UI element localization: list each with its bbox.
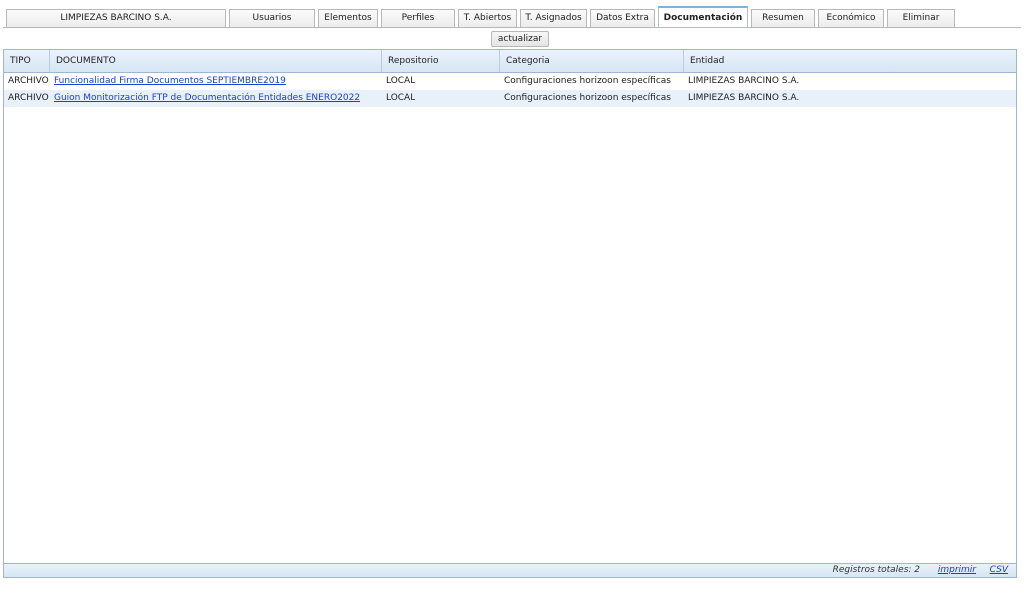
tab-eliminar[interactable]: Eliminar bbox=[887, 9, 955, 27]
cell-categoria: Configuraciones horizoon específicas bbox=[504, 76, 672, 86]
table-footer: Registros totales: 2 imprimir CSV bbox=[4, 563, 1016, 577]
tab-perfiles[interactable]: Perfiles bbox=[381, 9, 455, 27]
column-header-repositorio[interactable]: Repositorio bbox=[382, 50, 500, 72]
documents-table: TIPO DOCUMENTO Repositorio Categoria Ent… bbox=[3, 49, 1017, 578]
cell-repositorio: LOCAL bbox=[386, 76, 416, 86]
csv-link[interactable]: CSV bbox=[990, 564, 1008, 577]
tab-usuarios[interactable]: Usuarios bbox=[229, 9, 315, 27]
cell-entidad: LIMPIEZAS BARCINO S.A. bbox=[688, 76, 800, 86]
tab-resumen[interactable]: Resumen bbox=[751, 9, 815, 27]
refresh-button[interactable]: actualizar bbox=[491, 31, 549, 47]
cell-categoria: Configuraciones horizoon específicas bbox=[504, 93, 672, 103]
tab-t-asignados[interactable]: T. Asignados bbox=[520, 9, 587, 27]
cell-repositorio: LOCAL bbox=[386, 93, 416, 103]
tab-documentacion[interactable]: Documentación bbox=[658, 6, 748, 27]
total-records-label: Registros totales: 2 bbox=[832, 565, 920, 575]
table-header: TIPO DOCUMENTO Repositorio Categoria Ent… bbox=[4, 50, 1016, 73]
cell-entidad: LIMPIEZAS BARCINO S.A. bbox=[688, 93, 800, 103]
document-link[interactable]: Funcionalidad Firma Documentos SEPTIEMBR… bbox=[54, 76, 286, 86]
cell-tipo: ARCHIVO bbox=[8, 93, 49, 103]
cell-documento: Guion Monitorización FTP de Documentació… bbox=[54, 90, 360, 107]
column-header-categoria[interactable]: Categoria bbox=[500, 50, 684, 72]
table-row[interactable]: ARCHIVO Funcionalidad Firma Documentos S… bbox=[4, 73, 1016, 90]
cell-tipo: ARCHIVO bbox=[8, 76, 49, 86]
cell-documento: Funcionalidad Firma Documentos SEPTIEMBR… bbox=[54, 73, 286, 90]
tab-bar: LIMPIEZAS BARCINO S.A. Usuarios Elemento… bbox=[6, 6, 958, 27]
column-header-entidad[interactable]: Entidad bbox=[684, 50, 1016, 72]
tab-economico[interactable]: Económico bbox=[818, 9, 884, 27]
documentacion-panel: LIMPIEZAS BARCINO S.A. Usuarios Elemento… bbox=[0, 0, 1024, 593]
tab-elementos[interactable]: Elementos bbox=[318, 9, 378, 27]
table-row[interactable]: ARCHIVO Guion Monitorización FTP de Docu… bbox=[4, 90, 1016, 107]
tab-entidad[interactable]: LIMPIEZAS BARCINO S.A. bbox=[6, 9, 226, 27]
tab-divider bbox=[3, 27, 1021, 28]
tab-datos-extra[interactable]: Datos Extra bbox=[590, 9, 655, 27]
tab-t-abiertos[interactable]: T. Abiertos bbox=[458, 9, 517, 27]
column-header-documento[interactable]: DOCUMENTO bbox=[50, 50, 382, 72]
document-link[interactable]: Guion Monitorización FTP de Documentació… bbox=[54, 93, 360, 103]
print-link[interactable]: imprimir bbox=[938, 564, 976, 577]
column-header-tipo[interactable]: TIPO bbox=[4, 50, 50, 72]
